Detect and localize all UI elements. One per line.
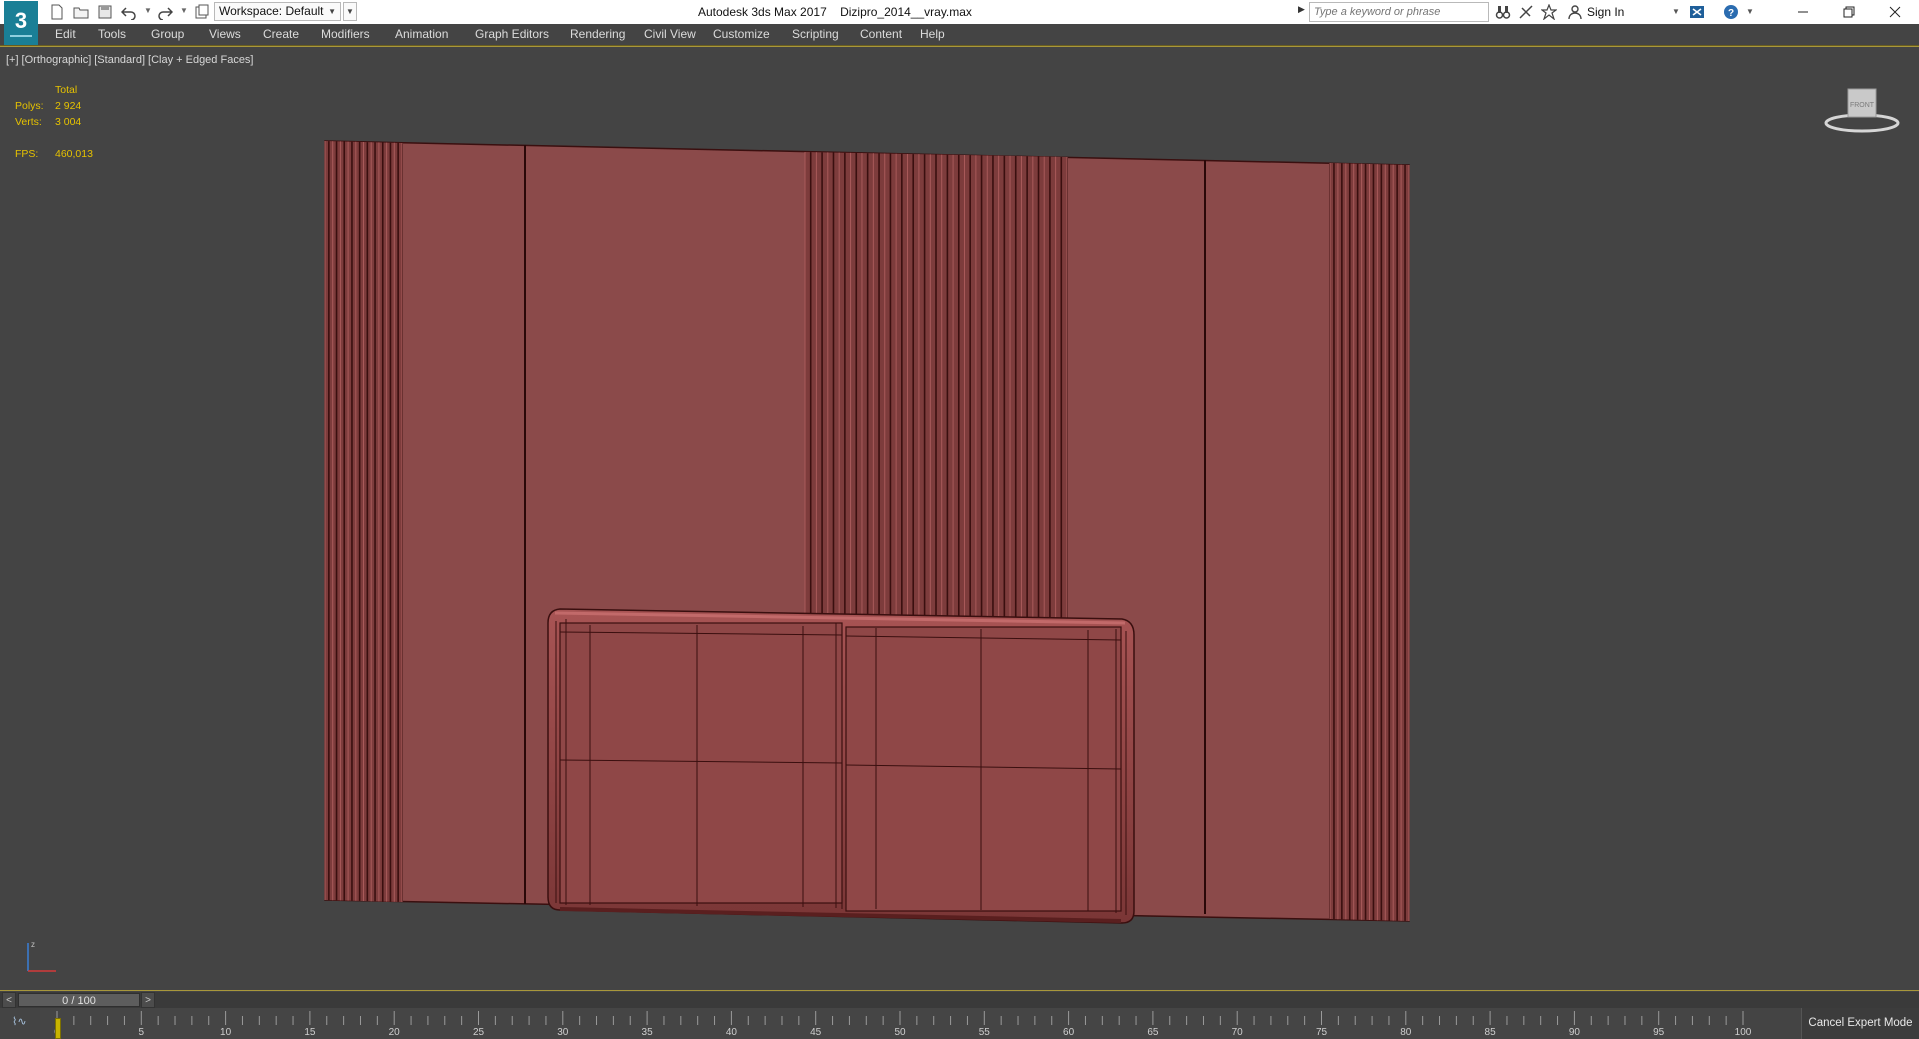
chevron-down-icon: ▼: [328, 7, 336, 16]
track-tick-label: 70: [1231, 1027, 1243, 1038]
workspace-label: Workspace: Default: [219, 4, 324, 18]
track-tick-label: 40: [725, 1027, 737, 1038]
menu-bar: Edit Tools Group Views Create Modifiers …: [0, 24, 1919, 46]
track-tick-label: 45: [810, 1027, 822, 1038]
menu-graph-editors[interactable]: Graph Editors: [475, 27, 549, 41]
menu-tools[interactable]: Tools: [98, 27, 126, 41]
menu-help[interactable]: Help: [920, 27, 945, 41]
track-tick-label: 25: [472, 1027, 485, 1038]
menu-rendering[interactable]: Rendering: [570, 27, 625, 41]
track-tick-label: 80: [1400, 1027, 1412, 1038]
menu-edit[interactable]: Edit: [55, 27, 76, 41]
sofa[interactable]: [547, 608, 1135, 924]
track-tick-label: 65: [1147, 1027, 1159, 1038]
app-name: Autodesk 3ds Max 2017: [698, 5, 827, 19]
track-tick-label: 55: [978, 1027, 990, 1038]
viewport-orthographic[interactable]: [+] [Orthographic] [Standard] [Clay + Edged…: [0, 46, 1919, 991]
menu-modifiers[interactable]: Modifiers: [321, 27, 370, 41]
search-expand-icon[interactable]: ▶: [1298, 4, 1305, 15]
current-frame-marker[interactable]: [55, 1018, 61, 1039]
time-slider-prev-button[interactable]: <: [2, 992, 16, 1008]
cancel-expert-mode-button[interactable]: Cancel Expert Mode: [1801, 1008, 1919, 1039]
viewcube-icon[interactable]: FRONT: [1822, 83, 1902, 133]
project-folder-icon[interactable]: [193, 3, 211, 21]
track-tick-label: 100: [1734, 1027, 1752, 1038]
track-tick-label: 15: [304, 1027, 316, 1038]
workspace-selector[interactable]: Workspace: Default ▼: [214, 2, 341, 21]
grooved-strip-left: [324, 141, 403, 902]
title-bar: 3 ▼ ▼ Workspace: Default ▼ ▼ Autodesk 3d…: [0, 0, 1919, 45]
track-tick-label: 75: [1315, 1027, 1328, 1038]
new-file-icon[interactable]: [48, 3, 66, 21]
track-tick-label: 95: [1653, 1027, 1665, 1038]
open-file-icon[interactable]: [72, 3, 90, 21]
track-tick-label: 5: [138, 1027, 145, 1038]
search-input[interactable]: [1309, 2, 1489, 22]
communication-center-icon[interactable]: [1517, 3, 1535, 21]
file-name: Dizipro_2014__vray.max: [840, 5, 972, 19]
redo-icon[interactable]: [156, 3, 174, 21]
track-tick-label: 50: [894, 1027, 906, 1038]
window-title: Autodesk 3ds Max 2017 Dizipro_2014__vray…: [698, 5, 972, 19]
sign-in-dropdown-icon[interactable]: ▼: [1672, 7, 1680, 16]
close-button[interactable]: [1872, 0, 1918, 24]
track-tick-label: 20: [388, 1027, 400, 1038]
viewcube-face-label: FRONT: [1850, 102, 1875, 109]
menu-civil-view[interactable]: Civil View: [644, 27, 696, 41]
restore-button[interactable]: [1826, 0, 1872, 24]
track-bar: ⌇∿ 0510152025303540455055606570758085909…: [0, 1008, 1919, 1039]
save-icon[interactable]: [96, 3, 114, 21]
menu-group[interactable]: Group: [151, 27, 184, 41]
time-slider-thumb[interactable]: 0 / 100: [18, 993, 140, 1007]
track-tick-label: 35: [641, 1027, 653, 1038]
scene-model[interactable]: [0, 47, 1919, 992]
sign-in-link[interactable]: Sign In: [1587, 5, 1624, 19]
menu-animation[interactable]: Animation: [395, 27, 448, 41]
menu-content[interactable]: Content: [860, 27, 902, 41]
menu-scripting[interactable]: Scripting: [792, 27, 839, 41]
track-tick-label: 60: [1063, 1027, 1075, 1038]
track-bar-scale[interactable]: 0510152025303540455055606570758085909510…: [40, 1008, 1752, 1039]
axis-tripod-icon: z: [27, 940, 56, 972]
binoculars-icon[interactable]: [1494, 3, 1512, 21]
track-tick-label: 90: [1568, 1027, 1580, 1038]
menu-customize[interactable]: Customize: [713, 27, 770, 41]
redo-dropdown-icon[interactable]: ▼: [180, 6, 188, 15]
exchange-icon[interactable]: [1688, 3, 1706, 21]
user-icon[interactable]: [1566, 3, 1584, 21]
help-dropdown-icon[interactable]: ▼: [1746, 7, 1754, 16]
workspace-menu-button[interactable]: ▼: [343, 2, 357, 21]
track-tick-label: 10: [220, 1027, 232, 1038]
menu-create[interactable]: Create: [263, 27, 299, 41]
menu-views[interactable]: Views: [209, 27, 241, 41]
curve-editor-icon[interactable]: ⌇∿: [12, 1015, 27, 1028]
star-icon[interactable]: [1540, 3, 1558, 21]
minimize-button[interactable]: [1780, 0, 1826, 24]
time-slider-next-button[interactable]: >: [141, 992, 155, 1008]
track-tick-label: 30: [557, 1027, 569, 1038]
time-slider-bar: < 0 / 100 >: [0, 992, 1919, 1008]
help-icon[interactable]: ?: [1722, 3, 1740, 21]
undo-icon[interactable]: [120, 3, 138, 21]
svg-text:z: z: [31, 940, 35, 949]
track-tick-label: 85: [1484, 1027, 1496, 1038]
undo-dropdown-icon[interactable]: ▼: [144, 6, 152, 15]
grooved-strip-right: [1329, 163, 1410, 921]
svg-text:3: 3: [15, 8, 27, 33]
app-logo-icon[interactable]: 3: [4, 1, 38, 45]
svg-text:?: ?: [1728, 8, 1734, 19]
